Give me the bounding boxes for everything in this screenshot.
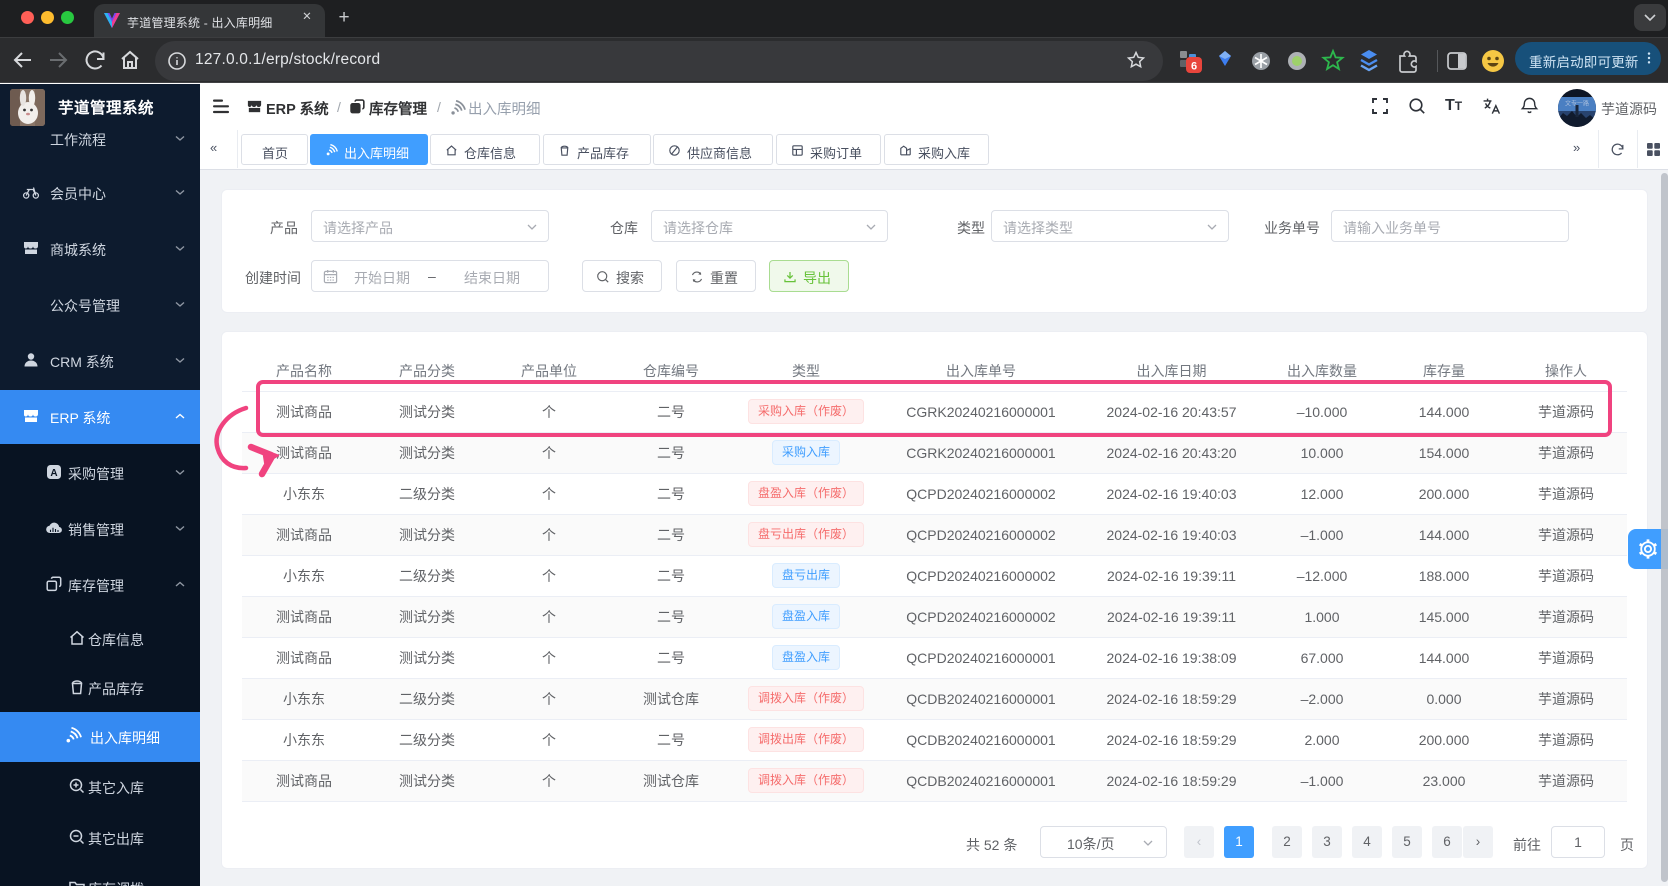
svg-text:A: A <box>50 468 57 479</box>
svg-text:6: 6 <box>1191 61 1197 73</box>
svg-text:文专一路: 文专一路 <box>1565 100 1589 108</box>
